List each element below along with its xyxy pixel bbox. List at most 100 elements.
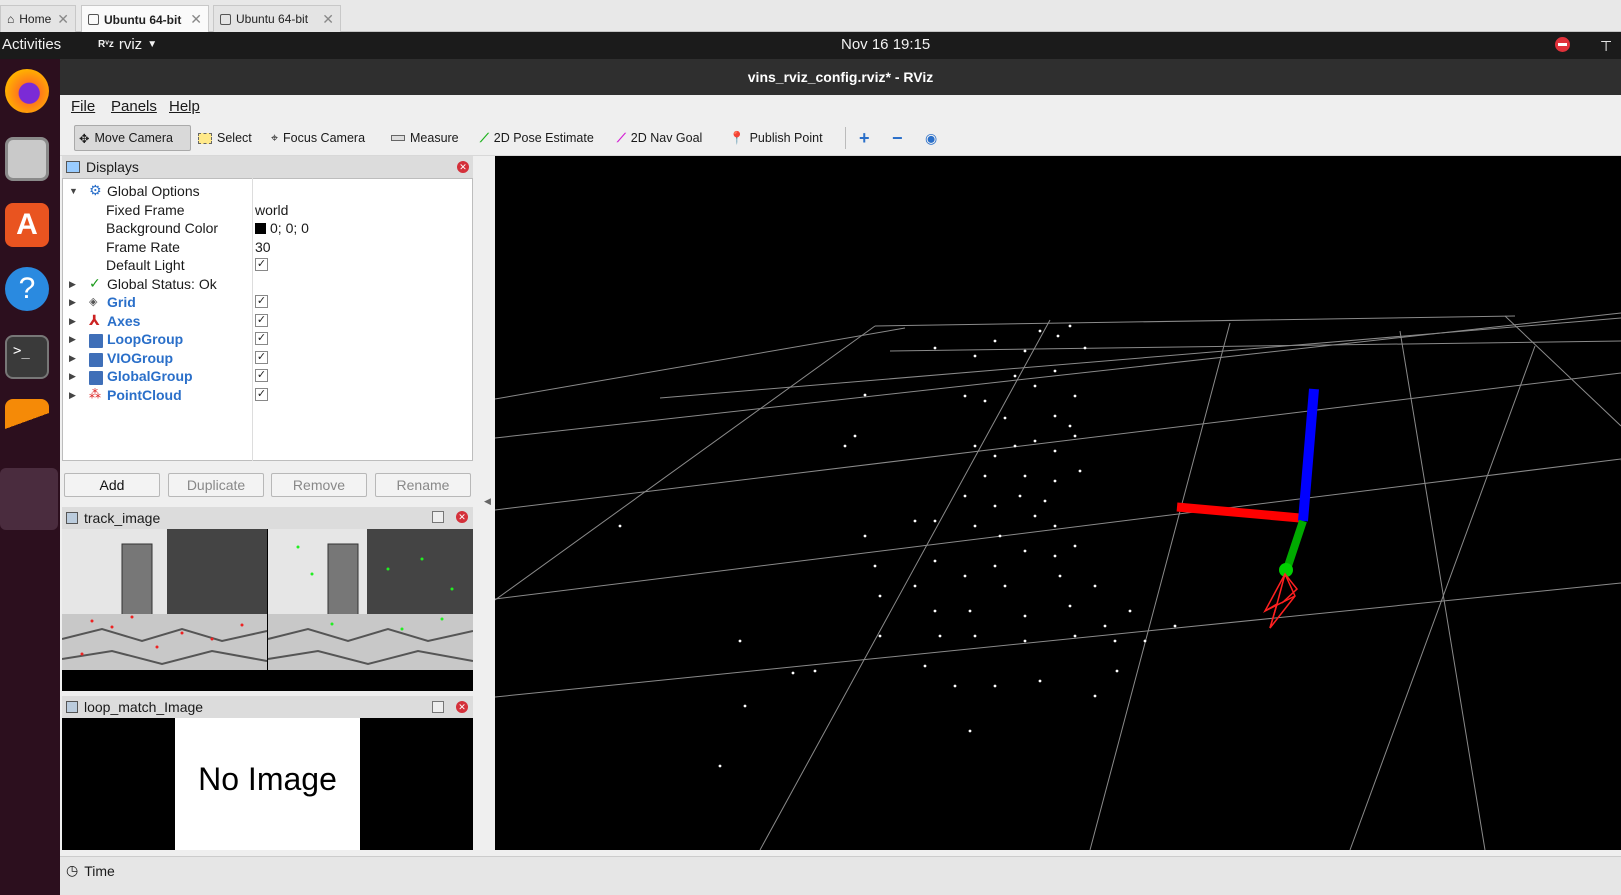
tool-label: 2D Pose Estimate [493,131,594,145]
expand-arrow-icon[interactable]: ▶ [69,297,76,308]
checkbox[interactable]: ✓ [255,351,268,364]
3d-viewport[interactable] [494,156,1621,851]
rviz-logo-icon: Rᵛz [98,39,114,50]
checkbox[interactable]: ✓ [255,369,268,382]
activities-button[interactable]: Activities [2,36,61,53]
close-icon[interactable]: ✕ [190,11,202,28]
vm-tab-home[interactable]: ⌂ Home ✕ [0,5,76,32]
tree-row-axes[interactable]: ▶ ⅄ Axes ✓ [63,312,474,331]
prop-fixed-frame[interactable]: Fixed Frame world [63,201,474,220]
checkbox[interactable]: ✓ [255,332,268,345]
rename-button[interactable]: Rename [375,473,471,497]
software-store-icon[interactable]: A [5,203,49,247]
vm-tab-ubuntu-active[interactable]: Ubuntu 64-bit ✕ [81,5,209,33]
window-title: vins_rviz_config.rviz* - RViz [60,59,1621,95]
track-image-panel-header: track_image [62,507,473,529]
tree-label: PointCloud [107,387,182,403]
app-menu[interactable]: Rᵛz rviz ▼ [98,36,157,53]
gear-icon: ⚙ [89,182,102,198]
panel-title: Displays [86,159,139,175]
color-swatch [255,223,266,234]
expand-arrow-icon[interactable]: ▶ [69,316,76,327]
menu-panels[interactable]: Panels [111,98,157,115]
pose-estimate-tool[interactable]: ⟋ 2D Pose Estimate [476,125,598,151]
measure-tool[interactable]: Measure [387,125,463,151]
files-icon[interactable] [5,137,49,181]
prop-name: Default Light [106,257,185,273]
close-icon[interactable]: ✕ [322,11,334,28]
eye-icon: ◉ [925,129,938,146]
publish-point-tool[interactable]: 📍 Publish Point [725,125,827,151]
scene [494,312,1621,851]
checkbox[interactable]: ✓ [255,258,268,271]
prop-default-light[interactable]: Default Light ✓ [63,256,474,275]
prop-value[interactable]: world [255,202,288,218]
image-icon [66,512,78,524]
network-icon[interactable]: ⊤ [1600,38,1612,55]
app-name: rviz [118,36,143,53]
floor-tiles [268,614,473,670]
close-panel-button[interactable]: ✕ [457,161,469,173]
displays-tree: ▼ ⚙ Global Options Fixed Frame world Bac… [62,178,473,461]
focus-camera-tool[interactable]: ⌖ Focus Camera [267,125,369,151]
expand-arrow-icon[interactable]: ▶ [69,371,76,382]
expand-arrow-icon[interactable]: ▼ [69,186,78,196]
tool-label: Select [217,131,252,145]
tree-row-global-status[interactable]: ▶ ✓ Global Status: Ok [63,275,474,294]
expand-arrow-icon[interactable]: ▶ [69,390,76,401]
expand-arrow-icon[interactable]: ▶ [69,334,76,345]
select-tool[interactable]: Select [194,125,256,151]
floor-tiles [62,614,267,670]
menu-file[interactable]: File [71,98,95,115]
no-image-placeholder: No Image [175,718,360,850]
duplicate-button[interactable]: Duplicate [168,473,264,497]
add-tool-button[interactable]: + [855,125,874,151]
undock-button[interactable] [432,511,444,523]
tree-row-loopgroup[interactable]: ▶ LoopGroup ✓ [63,330,474,349]
tree-row-grid[interactable]: ▶ ◈ Grid ✓ [63,293,474,312]
tree-row-pointcloud[interactable]: ▶ ⁂ PointCloud ✓ [63,386,474,405]
door [327,543,359,623]
checkbox[interactable]: ✓ [255,388,268,401]
prop-frame-rate[interactable]: Frame Rate 30 [63,238,474,257]
remove-tool-button[interactable]: − [888,125,907,151]
clock[interactable]: Nov 16 19:15 [841,36,930,53]
move-camera-tool[interactable]: ✥ Move Camera [74,125,191,151]
expand-arrow-icon[interactable]: ▶ [69,353,76,364]
prop-value[interactable]: 30 [255,239,271,255]
collapse-arrow-icon[interactable]: ◀ [484,496,491,507]
tree-row-viogroup[interactable]: ▶ VIOGroup ✓ [63,349,474,368]
close-panel-button[interactable]: ✕ [456,701,468,713]
tree-row-global-options[interactable]: ▼ ⚙ Global Options [63,182,474,201]
prop-name: Frame Rate [106,239,180,255]
loop-match-panel-header: loop_match_Image [62,696,473,718]
no-entry-icon[interactable] [1555,37,1570,52]
close-panel-button[interactable]: ✕ [456,511,468,523]
plus-icon: + [859,127,870,148]
help-icon[interactable]: ? [5,267,49,311]
vm-tab-label: Ubuntu 64-bit [236,12,309,26]
prop-value[interactable]: 0; 0; 0 [270,220,309,236]
close-icon[interactable]: ✕ [57,11,69,28]
checkbox[interactable]: ✓ [255,314,268,327]
nav-goal-tool[interactable]: ⟋ 2D Nav Goal [613,125,706,151]
tree-row-globalgroup[interactable]: ▶ GlobalGroup ✓ [63,367,474,386]
rviz-app-icon[interactable] [5,399,49,443]
firefox-icon[interactable] [5,69,49,113]
remove-button[interactable]: Remove [271,473,367,497]
undock-button[interactable] [432,701,444,713]
tree-label: LoopGroup [107,331,184,347]
displays-panel-header: Displays [62,156,473,178]
checkbox[interactable]: ✓ [255,295,268,308]
vm-tab-label: Home [19,12,52,26]
menu-bar: File Panels Help [60,95,1621,119]
menu-help[interactable]: Help [169,98,200,115]
z-axis [1298,388,1319,522]
active-app-highlight[interactable] [0,468,58,530]
terminal-icon[interactable]: >_ [5,335,49,379]
add-button[interactable]: Add [64,473,160,497]
vm-tab-ubuntu[interactable]: Ubuntu 64-bit ✕ [213,5,341,32]
prop-background-color[interactable]: Background Color 0; 0; 0 [63,219,474,238]
view-tool-button[interactable]: ◉ [921,125,941,151]
expand-arrow-icon[interactable]: ▶ [69,279,76,290]
